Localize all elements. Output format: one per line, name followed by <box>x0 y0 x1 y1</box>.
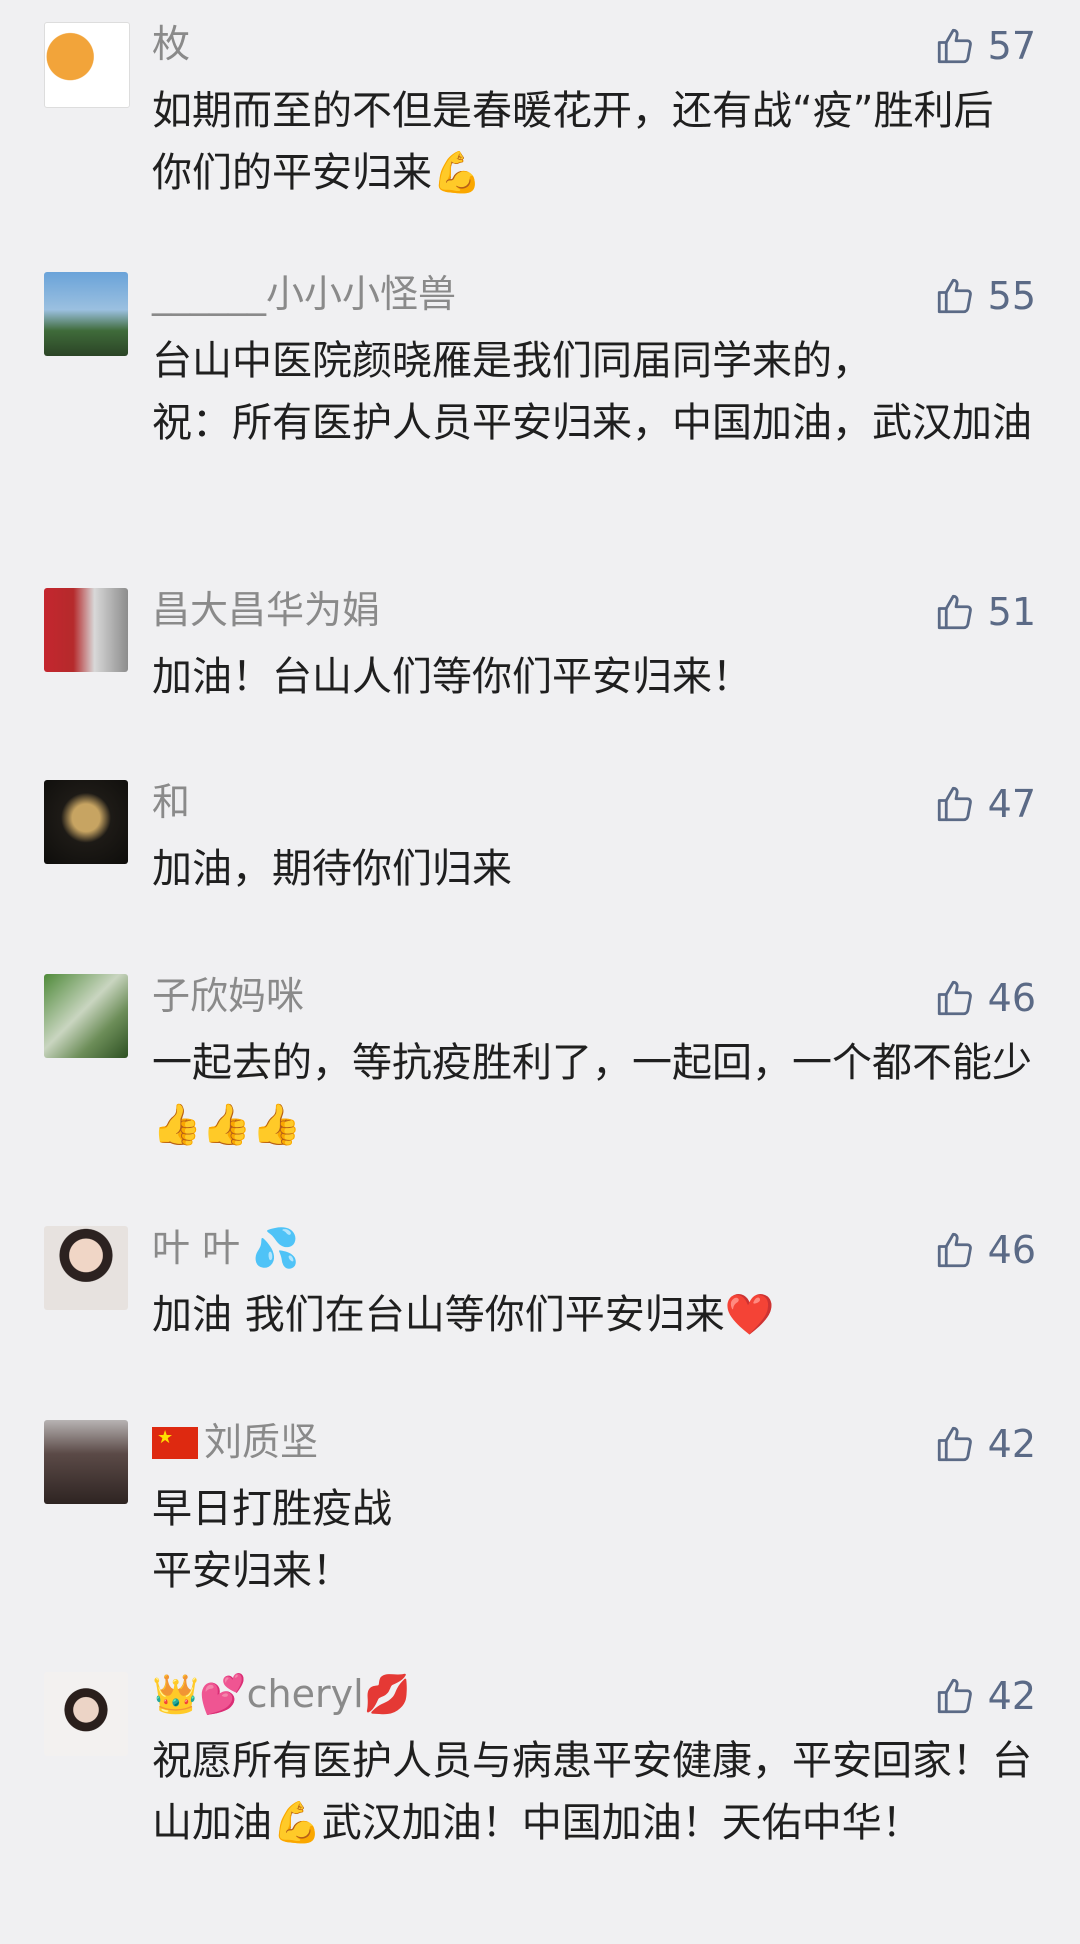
china-flag-icon <box>152 1427 198 1459</box>
like-button[interactable]: 55 <box>934 272 1036 320</box>
avatar[interactable] <box>44 974 128 1058</box>
like-button[interactable]: 46 <box>934 1226 1036 1274</box>
like-button[interactable]: 47 <box>934 780 1036 828</box>
thumbs-up-icon <box>937 1232 972 1268</box>
comment-author[interactable]: 👑💕cheryl💋 <box>152 1670 411 1718</box>
thumbs-up-icon <box>937 1426 972 1462</box>
comment-author[interactable]: 刘质坚 <box>152 1418 318 1466</box>
thumbs-up-icon <box>937 980 972 1016</box>
comment-text: 祝愿所有医护人员与病患平安健康，平安回家！台山加油💪武汉加油！中国加油！天佑中华… <box>152 1738 1032 1846</box>
comment-text: 加油！台山人们等你们平安归来！ <box>152 654 752 700</box>
thumbs-up-icon <box>937 1678 972 1714</box>
like-count: 47 <box>987 782 1036 826</box>
like-count: 42 <box>987 1422 1036 1466</box>
comment-text: 如期而至的不但是春暖花开，还有战“疫”胜利后你们的平安归来💪 <box>152 88 994 196</box>
like-button[interactable]: 42 <box>934 1420 1036 1468</box>
thumbs-up-icon <box>937 278 972 314</box>
like-count: 42 <box>987 1674 1036 1718</box>
comment-author[interactable]: 和 <box>152 778 190 826</box>
thumbs-up-icon <box>937 28 972 64</box>
comment-text: 加油 我们在台山等你们平安归来❤️ <box>152 1292 775 1338</box>
comment-text: 一起去的，等抗疫胜利了，一起回，一个都不能少👍👍👍 <box>152 1040 1032 1148</box>
thumbs-up-icon <box>937 786 972 822</box>
like-button[interactable]: 46 <box>934 974 1036 1022</box>
comment-text: 早日打胜疫战 平安归来！ <box>152 1486 392 1594</box>
like-count: 51 <box>987 590 1036 634</box>
comment-author[interactable]: 子欣妈咪 <box>152 972 304 1020</box>
avatar[interactable] <box>44 272 128 356</box>
comment-text: 台山中医院颜晓雁是我们同届同学来的， 祝：所有医护人员平安归来，中国加油，武汉加… <box>152 338 1032 446</box>
comment-author[interactable]: ______小小小怪兽 <box>152 270 456 318</box>
avatar[interactable] <box>44 780 128 864</box>
like-count: 57 <box>987 24 1036 68</box>
like-count: 55 <box>987 274 1036 318</box>
like-count: 46 <box>987 976 1036 1020</box>
like-button[interactable]: 42 <box>934 1672 1036 1720</box>
like-count: 46 <box>987 1228 1036 1272</box>
avatar[interactable] <box>44 588 128 672</box>
like-button[interactable]: 57 <box>934 22 1036 70</box>
avatar[interactable] <box>44 1672 128 1756</box>
comment-author[interactable]: 枚 <box>152 20 190 68</box>
like-button[interactable]: 51 <box>934 588 1036 636</box>
comment-author[interactable]: 昌大昌华为娟 <box>152 586 380 634</box>
thumbs-up-icon <box>937 594 972 630</box>
comment-text: 加油，期待你们归来 <box>152 846 512 892</box>
avatar[interactable] <box>44 1226 128 1310</box>
avatar[interactable] <box>44 22 130 108</box>
comment-author[interactable]: 叶 叶 💦 <box>152 1224 299 1272</box>
comment-author-name: 刘质坚 <box>204 1420 319 1464</box>
avatar[interactable] <box>44 1420 128 1504</box>
